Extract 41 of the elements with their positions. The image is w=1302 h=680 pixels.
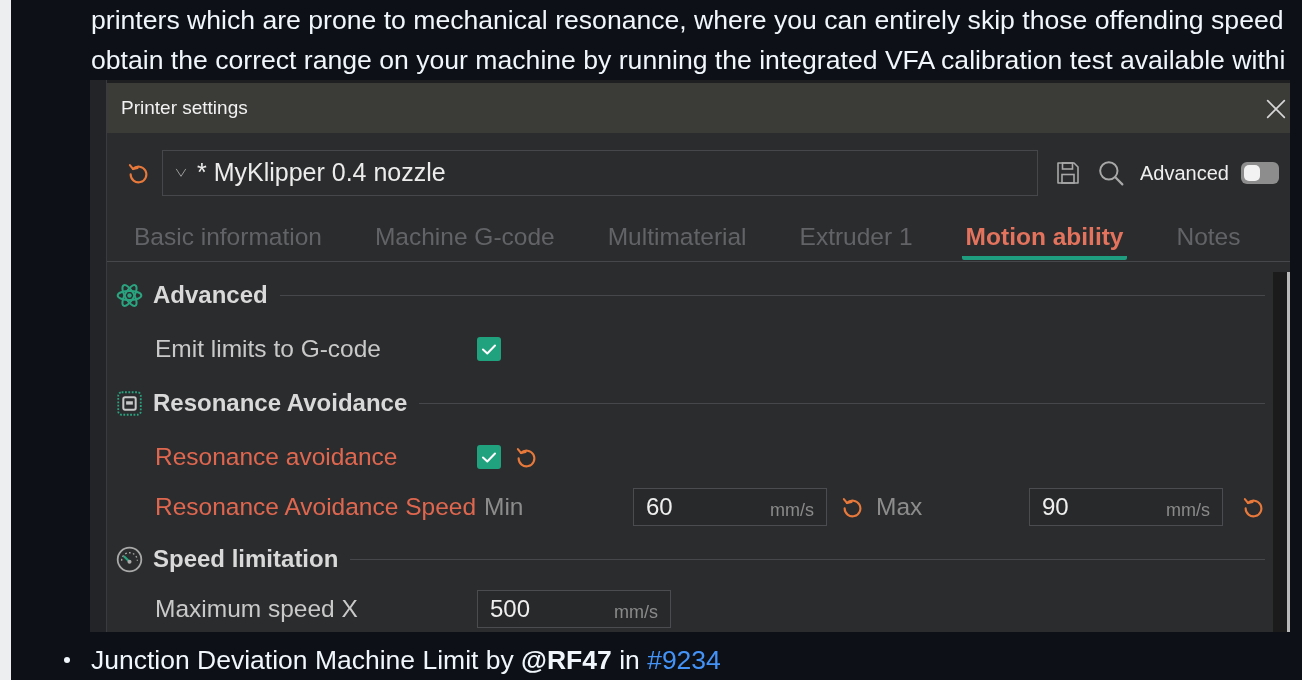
paragraph-text: obtain the correct range on your machine by running the integrated VFA calibration test available withi: [91, 44, 1286, 77]
section-title: Speed limitation: [153, 544, 339, 574]
paragraph-text: printers which are prone to mechanical resonance, where you can entirely skip those offending speed: [91, 4, 1284, 37]
toggle-switch[interactable]: [1240, 162, 1279, 184]
option-label: Emit limits to G-code: [155, 333, 382, 364]
reset-icon[interactable]: [127, 161, 150, 185]
scrollbar[interactable]: [1273, 272, 1290, 632]
close-icon[interactable]: [1266, 98, 1286, 119]
number-field[interactable]: 60 mm/s: [633, 488, 827, 526]
number-field[interactable]: 90 mm/s: [1029, 488, 1223, 526]
reset-icon[interactable]: [1242, 495, 1265, 519]
preset-dropdown[interactable]: * MyKlipper 0.4 nozzle: [162, 150, 1038, 196]
min-label: Min: [484, 491, 525, 522]
chevron-down-icon: [173, 168, 189, 178]
option-label: Resonance avoidance: [155, 441, 399, 472]
atom-icon: [116, 281, 143, 309]
dialog-title: Printer settings: [121, 95, 248, 120]
checkbox[interactable]: [477, 445, 501, 469]
advanced-label: Advanced: [1140, 161, 1229, 186]
option-label: Resonance Avoidance Speed: [155, 491, 477, 522]
search-icon[interactable]: [1098, 160, 1124, 186]
bullet-icon: [64, 657, 70, 663]
tab[interactable]: Notes: [1172, 223, 1245, 260]
tab[interactable]: Machine G-code: [370, 223, 559, 260]
reset-icon[interactable]: [841, 495, 864, 519]
tab[interactable]: Motion ability: [961, 223, 1128, 260]
tab[interactable]: Multimaterial: [603, 223, 751, 260]
max-label: Max: [876, 491, 924, 522]
section-title: Resonance Avoidance: [153, 388, 408, 418]
checkbox[interactable]: [477, 337, 501, 361]
option-label: Maximum speed X: [155, 593, 359, 624]
section-title: Advanced: [153, 280, 268, 310]
number-field[interactable]: 500 mm/s: [477, 590, 671, 628]
tab[interactable]: Basic information: [130, 223, 326, 260]
list-item-text: Junction Deviation Machine Limit by @RF47 in #9234: [91, 644, 721, 676]
save-icon[interactable]: [1056, 160, 1080, 186]
issue-link[interactable]: #9234: [647, 645, 721, 675]
chip-icon: [116, 389, 143, 417]
gauge-icon: [116, 545, 143, 573]
tab[interactable]: Extruder 1: [795, 223, 917, 260]
reset-icon[interactable]: [515, 445, 538, 469]
